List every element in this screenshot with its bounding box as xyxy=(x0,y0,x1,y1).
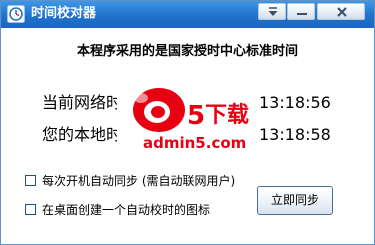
chevron-down-icon xyxy=(268,7,278,16)
desktop-icon-label[interactable]: 在桌面创建一个自动校时的图标 xyxy=(42,202,210,218)
svg-text:admin5.com: admin5.com xyxy=(143,134,246,152)
network-time-label: 当前网络时间 xyxy=(42,93,117,112)
local-time-label: 您的本地时间 xyxy=(42,125,117,144)
time-sync-window: 时间校对器 本程序采用的是国家授时中心标准时间 当前网络时间 13:18:56 … xyxy=(0,0,375,245)
minimize-button[interactable] xyxy=(287,3,315,20)
app-clock-icon xyxy=(7,5,25,23)
svg-text:下载: 下载 xyxy=(205,102,249,128)
network-time-value: 13:18:56 xyxy=(259,93,331,112)
title-bar[interactable]: 时间校对器 xyxy=(1,1,374,28)
sync-now-button[interactable]: 立即同步 xyxy=(257,186,333,215)
window-title: 时间校对器 xyxy=(31,6,97,21)
dropdown-button[interactable] xyxy=(258,3,286,20)
close-button[interactable] xyxy=(317,3,365,20)
standard-time-notice: 本程序采用的是国家授时中心标准时间 xyxy=(76,44,298,59)
local-time-value: 13:18:58 xyxy=(259,125,331,144)
admin5-watermark-logo: 5 下载 admin5.com xyxy=(133,88,249,152)
desktop-icon-checkbox[interactable] xyxy=(25,204,36,215)
auto-sync-checkbox[interactable] xyxy=(25,175,36,186)
auto-sync-label[interactable]: 每次开机自动同步 (需自动联网用户) xyxy=(42,173,235,189)
close-icon xyxy=(337,7,347,17)
svg-text:5: 5 xyxy=(187,101,205,131)
minimize-icon xyxy=(297,13,307,15)
